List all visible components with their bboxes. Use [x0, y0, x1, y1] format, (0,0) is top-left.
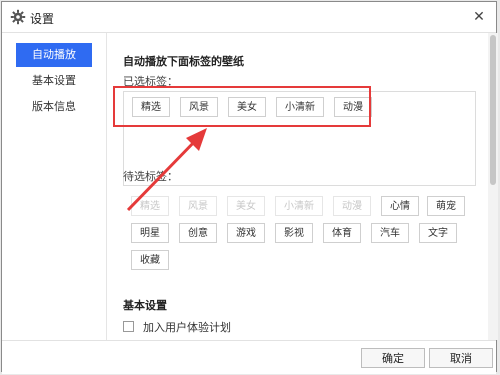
gear-icon — [10, 9, 26, 25]
autoplay-heading: 自动播放下面标签的壁纸 — [123, 55, 244, 68]
pending-tag[interactable]: 明星 — [131, 223, 169, 243]
pending-tag[interactable]: 体育 — [323, 223, 361, 243]
pending-tag: 小清新 — [275, 196, 323, 216]
basic-settings-heading: 基本设置 — [123, 299, 167, 312]
content-scrollbar[interactable] — [488, 33, 498, 340]
settings-window: 设置 ✕ 自动播放 基本设置 版本信息 自动播放下面标签的壁纸 已选标签： 精选… — [1, 1, 498, 374]
cancel-button[interactable]: 取消 — [429, 348, 493, 368]
pending-tag[interactable]: 汽车 — [371, 223, 409, 243]
pending-tag[interactable]: 收藏 — [131, 250, 169, 270]
ux-plan-label: 加入用户体验计划 — [143, 321, 231, 334]
close-icon[interactable]: ✕ — [470, 8, 488, 26]
pending-tag[interactable]: 游戏 — [227, 223, 265, 243]
pending-tag: 风景 — [179, 196, 217, 216]
pending-tag[interactable]: 萌宠 — [427, 196, 465, 216]
window-title: 设置 — [30, 12, 55, 26]
annotation-highlight-box — [113, 86, 371, 127]
sidebar-item-autoplay[interactable]: 自动播放 — [16, 43, 92, 67]
pending-tags-label: 待选标签： — [123, 170, 178, 183]
pending-tag[interactable]: 影视 — [275, 223, 313, 243]
title-bar: 设置 ✕ — [2, 2, 496, 33]
ux-plan-checkbox[interactable] — [123, 321, 134, 332]
pending-tag[interactable]: 心情 — [381, 196, 419, 216]
settings-sidebar: 自动播放 基本设置 版本信息 — [2, 33, 107, 340]
ok-button[interactable]: 确定 — [361, 348, 425, 368]
pending-tag[interactable]: 文字 — [419, 223, 457, 243]
scrollbar-thumb[interactable] — [490, 35, 496, 185]
pending-tag: 美女 — [227, 196, 265, 216]
pending-tag[interactable]: 创意 — [179, 223, 217, 243]
sidebar-item-basic-settings[interactable]: 基本设置 — [16, 69, 92, 93]
settings-content: 自动播放下面标签的壁纸 已选标签： 精选 风景 美女 小清新 动漫 待选标签： … — [107, 33, 487, 340]
sidebar-item-version-info[interactable]: 版本信息 — [16, 95, 92, 119]
pending-tag: 精选 — [131, 196, 169, 216]
dialog-footer: 确定 取消 — [2, 340, 496, 374]
pending-tag: 动漫 — [333, 196, 371, 216]
